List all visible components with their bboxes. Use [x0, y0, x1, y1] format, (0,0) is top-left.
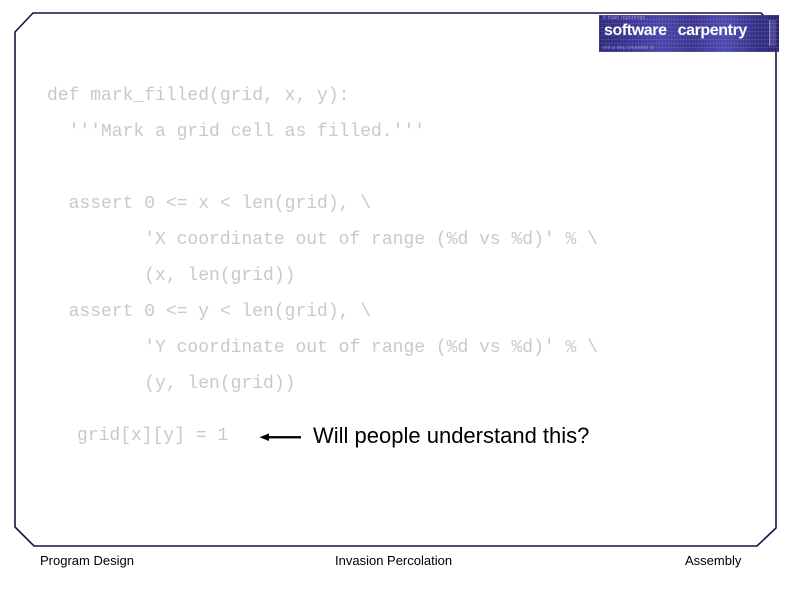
code-line: assert 0 <= y < len(grid), \	[47, 302, 372, 322]
footer-right-label: Assembly	[685, 553, 742, 568]
logo-edge-mark	[769, 20, 776, 46]
code-line: 'X coordinate out of range (%d vs %d)' %…	[47, 230, 598, 250]
annotation-text: Will people understand this?	[313, 423, 590, 448]
left-arrow-strikethrough-icon	[259, 433, 301, 441]
logo-word-carpentry: carpentry	[677, 22, 748, 39]
code-line: def mark_filled(grid, x, y):	[47, 86, 350, 106]
logo-wordmark: software carpentry	[604, 23, 772, 39]
code-line: assert 0 <= x < len(grid), \	[47, 194, 372, 214]
logo-word-software: software	[604, 22, 667, 39]
code-line: (x, len(grid))	[47, 266, 296, 286]
code-line: '''Mark a grid cell as filled.'''	[47, 122, 426, 142]
code-line: (y, len(grid))	[47, 374, 296, 394]
logo-faint-bottom-text: ont a doc createfor d	[603, 44, 654, 51]
slide-canvas: if math reportings, software carpentry o…	[0, 0, 794, 595]
logo-faint-top-text: if math reportings,	[603, 15, 647, 21]
code-block: def mark_filled(grid, x, y): '''Mark a g…	[47, 78, 598, 438]
code-statement-line: grid[x][y] = 1	[77, 426, 229, 446]
software-carpentry-logo: if math reportings, software carpentry o…	[599, 15, 779, 52]
code-line: 'Y coordinate out of range (%d vs %d)' %…	[47, 338, 598, 358]
footer-left-label: Program Design	[40, 553, 134, 568]
footer-center-label: Invasion Percolation	[335, 553, 453, 568]
